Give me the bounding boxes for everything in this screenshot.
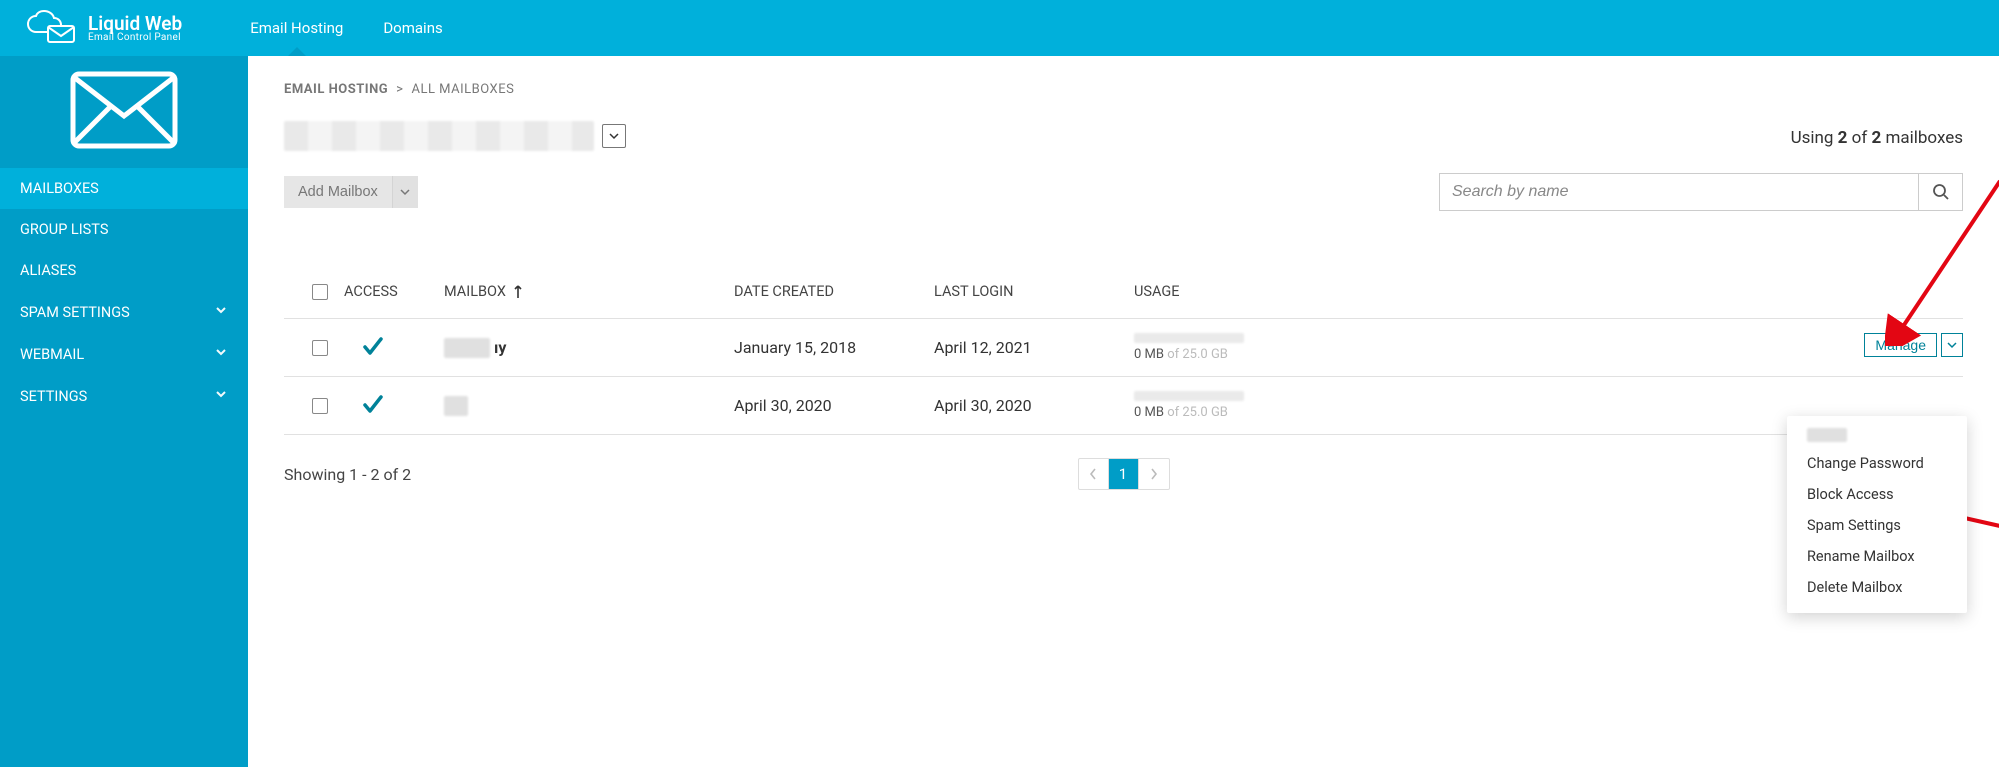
breadcrumb-separator: > [396,82,403,97]
showing-text: Showing 1 - 2 of 2 [284,465,411,484]
usage-cell: 0 MB of 25.0 GB [1134,391,1444,420]
brand-logo-icon [26,10,80,46]
col-usage[interactable]: USAGE [1134,283,1444,300]
search [1439,173,1963,211]
last-login: April 30, 2020 [934,396,1134,415]
menu-delete-mailbox[interactable]: Delete Mailbox [1787,572,1967,603]
sidebar-item-mailboxes[interactable]: MAILBOXES [0,168,248,209]
page-1-button[interactable]: 1 [1109,459,1139,489]
chevron-down-icon [400,187,410,197]
usage-total: 2 [1871,128,1881,148]
chevron-down-icon [214,345,228,363]
select-all-checkbox[interactable] [312,284,328,300]
sidebar: MAILBOXES GROUP LISTS ALIASES SPAM SETTI… [0,56,248,767]
usage-used: 0 MB [1134,347,1164,362]
breadcrumb-root[interactable]: EMAIL HOSTING [284,82,388,97]
sidebar-item-settings[interactable]: SETTINGS [0,375,248,417]
mailbox-name-redacted [444,338,490,358]
main-content: EMAIL HOSTING > ALL MAILBOXES Using 2 of… [248,56,1999,767]
col-access[interactable]: ACCESS [344,283,444,300]
chevron-right-icon [1150,468,1158,480]
usage-mid: of [1847,128,1871,148]
menu-block-access[interactable]: Block Access [1787,479,1967,510]
table-footer: Showing 1 - 2 of 2 1 [284,463,1963,485]
access-enabled-icon [362,393,444,419]
table-row: ıy January 15, 2018 April 12, 2021 0 MB … [284,319,1963,377]
brand: Liquid Web Email Control Panel [26,10,182,46]
brand-text: Liquid Web Email Control Panel [88,14,182,43]
topbar: Liquid Web Email Control Panel Email Hos… [0,0,1999,56]
last-login: April 12, 2021 [934,338,1134,357]
chevron-down-icon [1947,340,1957,350]
mailbox-name[interactable] [444,396,734,416]
usage-used: 0 MB [1134,405,1164,420]
sidebar-item-label: ALIASES [20,262,76,279]
sidebar-item-label: WEBMAIL [20,346,84,363]
row-checkbox[interactable] [312,340,328,356]
sidebar-hero-icon [0,56,248,168]
sidebar-item-spam-settings[interactable]: SPAM SETTINGS [0,291,248,333]
access-enabled-icon [362,335,444,361]
dropdown-header-redacted [1807,428,1847,442]
table-header: ACCESS MAILBOX DATE CREATED LAST LOGIN U… [284,273,1963,319]
menu-change-password[interactable]: Change Password [1787,448,1967,479]
page-prev-button[interactable] [1079,459,1109,489]
table-row: April 30, 2020 April 30, 2020 0 MB of 25… [284,377,1963,435]
search-button[interactable] [1919,173,1963,211]
sidebar-item-label: GROUP LISTS [20,221,108,238]
page-next-button[interactable] [1139,459,1169,489]
sort-asc-icon [512,285,524,299]
chevron-down-icon [214,387,228,405]
usage-cell: 0 MB of 25.0 GB [1134,333,1444,362]
sidebar-item-aliases[interactable]: ALIASES [0,250,248,291]
topnav-domains[interactable]: Domains [383,0,442,56]
domain-name-redacted [284,121,594,151]
mailbox-table: ACCESS MAILBOX DATE CREATED LAST LOGIN U… [284,273,1963,435]
col-mailbox[interactable]: MAILBOX [444,283,734,300]
sidebar-item-webmail[interactable]: WEBMAIL [0,333,248,375]
topnav-email-hosting[interactable]: Email Hosting [250,0,343,56]
usage-prefix: Using [1791,128,1838,148]
search-input[interactable] [1439,173,1919,211]
col-last-login[interactable]: LAST LOGIN [934,283,1134,300]
menu-rename-mailbox[interactable]: Rename Mailbox [1787,541,1967,572]
usage-total: of 25.0 GB [1164,347,1228,362]
add-mailbox-button[interactable]: Add Mailbox [284,176,392,208]
chevron-down-icon [214,303,228,321]
pagination: 1 [1078,458,1170,490]
col-mailbox-label: MAILBOX [444,283,506,300]
mailbox-name-redacted [444,396,468,416]
search-icon [1932,183,1950,201]
brand-name: Liquid Web [88,14,182,33]
usage-total: of 25.0 GB [1164,405,1228,420]
col-date-created[interactable]: DATE CREATED [734,283,934,300]
date-created: January 15, 2018 [734,338,934,357]
usage-suffix: mailboxes [1881,128,1963,148]
sidebar-item-label: SETTINGS [20,388,87,405]
mailbox-name[interactable]: ıy [444,338,734,358]
menu-spam-settings[interactable]: Spam Settings [1787,510,1967,541]
chevron-left-icon [1089,468,1097,480]
sidebar-item-label: SPAM SETTINGS [20,304,130,321]
top-nav: Email Hosting Domains [250,0,443,56]
manage-dropdown-button[interactable] [1941,333,1963,357]
usage-bar-redacted [1134,391,1244,401]
usage-bar-redacted [1134,333,1244,343]
mailbox-suffix: ıy [494,338,506,357]
breadcrumb-leaf: ALL MAILBOXES [411,82,514,97]
domain-dropdown-button[interactable] [602,124,626,148]
usage-used: 2 [1838,128,1848,148]
add-mailbox-dropdown-button[interactable] [392,176,418,208]
manage-dropdown-menu: Change Password Block Access Spam Settin… [1787,416,1967,613]
date-created: April 30, 2020 [734,396,934,415]
row-checkbox[interactable] [312,398,328,414]
brand-subtitle: Email Control Panel [88,33,182,43]
breadcrumb: EMAIL HOSTING > ALL MAILBOXES [284,82,1963,97]
add-mailbox-button-group: Add Mailbox [284,176,418,208]
sidebar-item-label: MAILBOXES [20,180,99,197]
chevron-down-icon [608,130,620,142]
mailbox-usage-summary: Using 2 of 2 mailboxes [1791,128,1963,148]
manage-button[interactable]: Manage [1864,333,1937,357]
sidebar-item-group-lists[interactable]: GROUP LISTS [0,209,248,250]
